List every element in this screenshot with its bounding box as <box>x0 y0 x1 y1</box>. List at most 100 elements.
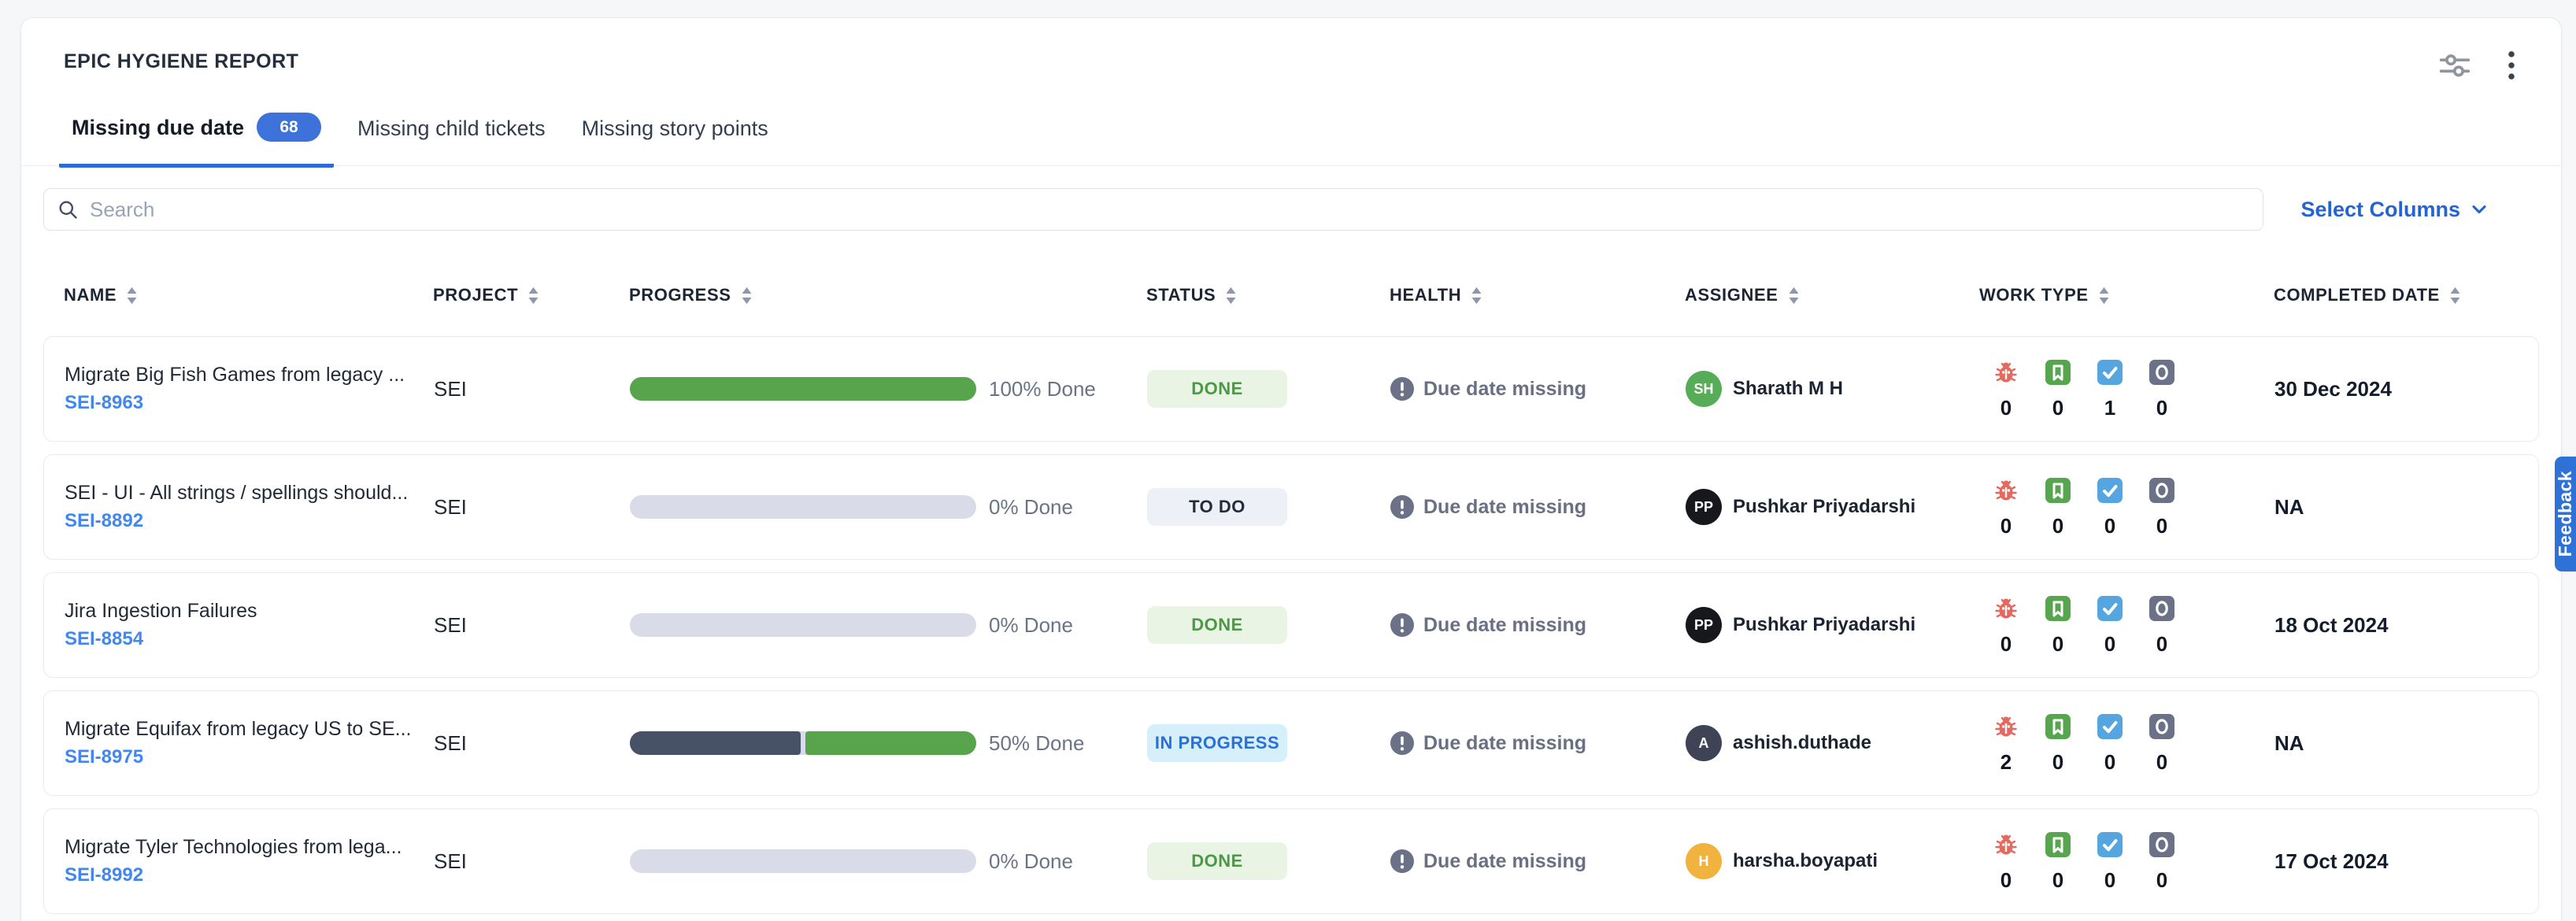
progress-label: 100% Done <box>989 377 1096 401</box>
search-box <box>43 188 2263 231</box>
task-icon <box>2096 712 2124 741</box>
column-header-label: PROJECT <box>433 285 518 305</box>
work-type-count: 0 <box>2156 514 2167 538</box>
table-header-row: NAME PROJECT PROGRESS STATUS <box>43 265 2539 325</box>
avatar: H <box>1686 843 1722 879</box>
status-cell: DONE <box>1147 606 1390 644</box>
column-header-label: COMPLETED DATE <box>2274 285 2440 305</box>
tab-missing-due-date[interactable]: Missing due date 68 <box>59 113 334 168</box>
table-row[interactable]: Migrate Equifax from legacy US to SE... … <box>43 690 2539 796</box>
report-header: EPIC HYGIENE REPORT <box>43 18 2539 81</box>
work-type-cell: 0 0 0 0 <box>1980 476 2274 538</box>
column-header[interactable]: HEALTH <box>1390 285 1685 305</box>
name-cell: Migrate Equifax from legacy US to SE... … <box>65 716 434 770</box>
work-type-count: 0 <box>2000 632 2012 657</box>
sort-up-down-icon[interactable] <box>527 286 539 305</box>
work-type-count: 0 <box>2052 750 2063 775</box>
status-badge: TO DO <box>1147 488 1287 526</box>
sort-up-down-icon[interactable] <box>1788 286 1800 305</box>
status-cell: DONE <box>1147 842 1390 880</box>
column-header-label: STATUS <box>1146 285 1216 305</box>
name-cell: Jira Ingestion Failures SEI-8854 <box>65 598 434 652</box>
work-type-count: 0 <box>2104 514 2115 538</box>
sort-up-down-icon[interactable] <box>1471 286 1482 305</box>
work-type-cell: 0 0 0 0 <box>1980 594 2274 657</box>
column-header[interactable]: STATUS <box>1146 285 1390 305</box>
tab-label: Missing child tickets <box>357 115 546 142</box>
epic-key-link[interactable]: SEI-8992 <box>65 863 143 888</box>
tab-missing-child-tickets[interactable]: Missing child tickets <box>345 115 558 168</box>
column-header[interactable]: COMPLETED DATE <box>2274 285 2519 305</box>
assignee-cell: SH Sharath M H <box>1686 371 1980 407</box>
name-cell: Migrate Tyler Technologies from lega... … <box>65 834 434 888</box>
circle-icon <box>2148 594 2176 623</box>
completed-date-cell: 18 Oct 2024 <box>2274 613 2518 638</box>
search-input[interactable] <box>90 198 2250 222</box>
work-type-count: 0 <box>2156 868 2167 893</box>
epic-key-link[interactable]: SEI-8892 <box>65 509 143 534</box>
sort-up-down-icon[interactable] <box>741 286 753 305</box>
sort-up-down-icon[interactable] <box>2449 286 2461 305</box>
column-header[interactable]: PROJECT <box>433 285 629 305</box>
health-cell: Due date missing <box>1390 613 1686 637</box>
work-type-count: 0 <box>2052 868 2063 893</box>
column-header-label: ASSIGNEE <box>1685 285 1778 305</box>
health-label: Due date missing <box>1423 732 1586 755</box>
select-columns-label: Select Columns <box>2300 198 2460 222</box>
table-row[interactable]: Migrate Tyler Technologies from lega... … <box>43 808 2539 914</box>
status-badge: IN PROGRESS <box>1147 724 1287 762</box>
feedback-button[interactable]: Feedback <box>2555 457 2576 571</box>
work-type-count: 0 <box>2104 868 2115 893</box>
story-icon <box>2044 830 2072 859</box>
progress-label: 0% Done <box>989 613 1073 638</box>
epic-name: SEI - UI - All strings / spellings shoul… <box>65 480 434 505</box>
kebab-menu-icon[interactable] <box>2508 50 2515 81</box>
sort-up-down-icon[interactable] <box>126 286 138 305</box>
filter-sliders-icon[interactable] <box>2438 51 2471 80</box>
epic-name: Migrate Equifax from legacy US to SE... <box>65 716 434 742</box>
project-cell: SEI <box>434 613 630 638</box>
column-header[interactable]: ASSIGNEE <box>1685 285 1979 305</box>
completed-date-cell: NA <box>2274 495 2518 520</box>
health-label: Due date missing <box>1423 496 1586 519</box>
epic-key-link[interactable]: SEI-8963 <box>65 390 143 416</box>
completed-date-cell: NA <box>2274 731 2518 756</box>
avatar: PP <box>1686 489 1722 525</box>
sort-up-down-icon[interactable] <box>1225 286 1237 305</box>
table-row[interactable]: Jira Ingestion Failures SEI-8854 SEI 0% … <box>43 572 2539 678</box>
work-type-count: 0 <box>2052 396 2063 420</box>
project-cell: SEI <box>434 495 630 520</box>
status-cell: IN PROGRESS <box>1147 724 1390 762</box>
project-cell: SEI <box>434 731 630 756</box>
health-cell: Due date missing <box>1390 495 1686 519</box>
avatar: SH <box>1686 371 1722 407</box>
tab-missing-story-points[interactable]: Missing story points <box>569 115 781 168</box>
epic-key-link[interactable]: SEI-8854 <box>65 627 143 652</box>
status-badge: DONE <box>1147 370 1287 408</box>
alert-exclamation-icon <box>1390 849 1414 873</box>
table-row[interactable]: Migrate Big Fish Games from legacy ... S… <box>43 336 2539 442</box>
status-cell: DONE <box>1147 370 1390 408</box>
health-cell: Due date missing <box>1390 849 1686 873</box>
table-body: Migrate Big Fish Games from legacy ... S… <box>43 336 2539 914</box>
progress-bar <box>630 377 976 401</box>
story-icon <box>2044 712 2072 741</box>
alert-exclamation-icon <box>1390 377 1414 401</box>
assignee-cell: PP Pushkar Priyadarshi <box>1686 489 1980 525</box>
sort-up-down-icon[interactable] <box>2098 286 2110 305</box>
bug-icon <box>1992 358 2020 387</box>
column-header[interactable]: PROGRESS <box>629 285 1146 305</box>
column-header[interactable]: WORK TYPE <box>1979 285 2274 305</box>
table-row[interactable]: SEI - UI - All strings / spellings shoul… <box>43 454 2539 560</box>
progress-cell: 0% Done <box>630 495 1147 520</box>
bug-icon <box>1992 830 2020 859</box>
feedback-label: Feedback <box>2555 471 2576 557</box>
progress-bar <box>630 731 976 755</box>
epic-key-link[interactable]: SEI-8975 <box>65 745 143 770</box>
select-columns-button[interactable]: Select Columns <box>2300 198 2490 222</box>
health-label: Due date missing <box>1423 378 1586 401</box>
column-header[interactable]: NAME <box>64 285 433 305</box>
report-card: EPIC HYGIENE REPORT Missing due date 68 … <box>20 17 2562 921</box>
task-icon <box>2096 358 2124 387</box>
work-type-count: 0 <box>2156 632 2167 657</box>
